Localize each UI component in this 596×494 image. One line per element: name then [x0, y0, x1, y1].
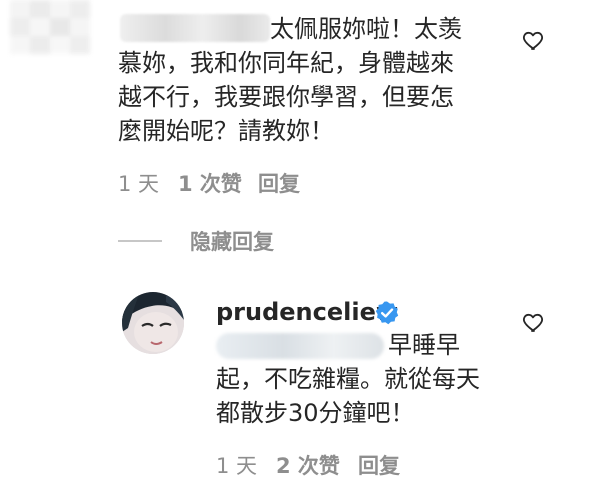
heart-icon [523, 31, 543, 50]
mentioned-user-blurred[interactable] [216, 333, 384, 359]
comment-like-button[interactable] [522, 28, 546, 52]
comment-likes-count[interactable]: 1 次赞 [178, 168, 242, 198]
commenter-avatar-blurred[interactable] [10, 0, 110, 72]
reply-like-button[interactable] [522, 310, 546, 334]
hide-replies-divider [118, 240, 162, 242]
reply-avatar[interactable] [122, 292, 184, 354]
comment-text-body: 慕妳，我和你同年紀，身體越來 越不行，我要跟你學習，但要怎 麼開始呢？請教妳！ [118, 49, 454, 145]
verified-badge-icon [374, 300, 400, 326]
commenter-username-blurred[interactable] [120, 14, 270, 42]
reply-likes-count[interactable]: 2 次赞 [276, 450, 340, 480]
comment-reply-button[interactable]: 回复 [258, 168, 300, 198]
heart-icon [523, 313, 543, 332]
hide-replies-button[interactable]: 隐藏回复 [190, 226, 274, 256]
comment-text-line1: 太佩服妳啦！太羡 [270, 15, 462, 43]
avatar-image [122, 292, 184, 354]
reply-username[interactable]: prudenceliew [216, 298, 398, 326]
comment-time: 1 天 [118, 172, 160, 196]
reply-time: 1 天 [216, 454, 258, 478]
reply-text-line1: 早睡早 [388, 331, 460, 359]
reply-reply-button[interactable]: 回复 [358, 450, 400, 480]
reply-text-body: 起，不吃雜糧。就從每天 都散步30分鐘吧！ [216, 365, 480, 427]
